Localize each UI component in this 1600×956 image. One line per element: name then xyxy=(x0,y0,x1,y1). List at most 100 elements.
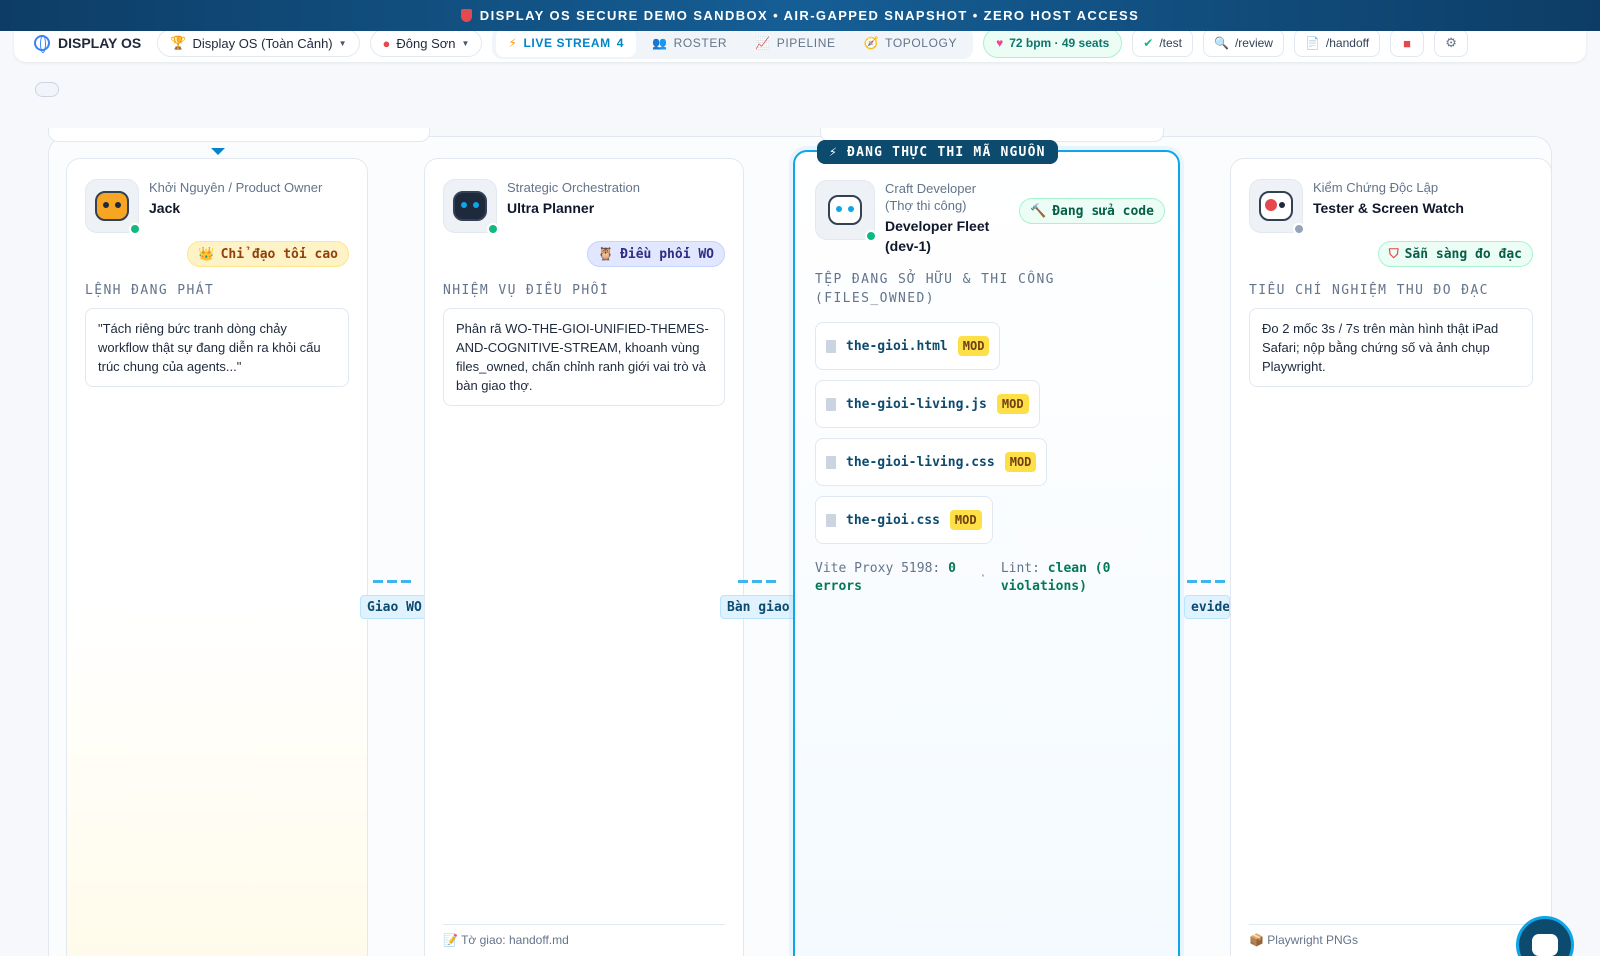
globe-icon xyxy=(34,35,50,53)
avatar xyxy=(85,179,141,235)
evidence-link[interactable]: 📦 Playwright PNGs xyxy=(1249,933,1358,947)
theme-label: Đông Sơn xyxy=(396,35,456,51)
drum-icon: ● xyxy=(382,35,391,51)
file-icon xyxy=(826,455,836,469)
workspace-select[interactable]: 🏆 Display OS (Toàn Cảnh) ▼ xyxy=(157,29,360,57)
agent-role: Craft Developer (Thợ thi công) xyxy=(885,181,977,213)
heartbeat-status: ♥ 72 bpm · 49 seats xyxy=(983,28,1123,58)
tab-live-stream[interactable]: ⚡ LIVE STREAM 4 xyxy=(496,29,637,57)
status-badge: 🦉 Điều phối WO xyxy=(586,241,725,267)
tab-label: ROSTER xyxy=(673,36,728,50)
shield-icon: ⛉ xyxy=(1388,246,1399,262)
file-name: the-gioi-living.css xyxy=(846,454,995,470)
agent-card-developer[interactable]: Craft Developer (Thợ thi công) Developer… xyxy=(793,150,1180,956)
agent-role: Kiểm Chứng Độc Lập xyxy=(1313,180,1439,195)
file-icon xyxy=(826,339,836,353)
online-status-dot xyxy=(487,223,499,235)
connector-label: Giao WO xyxy=(360,595,426,619)
section-label: TỆP ĐANG SỞ HỮU & THI CÔNG (FILES_OWNED) xyxy=(815,272,1055,306)
camera-robot-icon xyxy=(1259,191,1293,221)
badge-label: Đang sửa code xyxy=(1052,203,1154,219)
section-label: TIÊU CHÍ NGHIỆM THU ĐO ĐẠC xyxy=(1249,283,1489,298)
mod-badge: MOD xyxy=(1004,452,1037,472)
caret-down-icon: ▼ xyxy=(461,38,470,48)
heartbeat-text: 72 bpm · 49 seats xyxy=(1009,36,1110,50)
magnifier-icon: 🔍 xyxy=(1214,36,1229,50)
robot-icon xyxy=(1532,934,1558,956)
handoff-command-button[interactable]: 📄 /handoff xyxy=(1293,29,1381,57)
avatar xyxy=(815,180,877,242)
file-item[interactable]: the-gioi-living.js MOD xyxy=(815,380,1040,428)
command-label: /handoff xyxy=(1325,36,1370,50)
workspace-label: Display OS (Toàn Cảnh) xyxy=(192,35,333,51)
online-status-dot xyxy=(865,230,877,242)
connector-ban-giao: Bàn giao xyxy=(720,580,796,619)
command-quote: "Tách riêng bức tranh dòng chảy workflow… xyxy=(85,308,349,387)
agent-card-tester[interactable]: Kiểm Chứng Độc Lập Tester & Screen Watch… xyxy=(1230,158,1552,956)
settings-button[interactable]: ⚙ xyxy=(1434,29,1469,57)
chart-icon: 📈 xyxy=(755,36,771,50)
acceptance-criteria: Đo 2 mốc 3s / 7s trên màn hình thật iPad… xyxy=(1249,308,1533,387)
section-label: NHIỆM VỤ ĐIỀU PHỐI xyxy=(443,283,610,298)
cat-robot-icon xyxy=(95,191,129,221)
hammer-icon: 🔨 xyxy=(1030,203,1047,219)
test-command-button[interactable]: ✔ /test xyxy=(1132,29,1193,57)
file-icon xyxy=(826,513,836,527)
review-command-button[interactable]: 🔍 /review xyxy=(1203,29,1284,57)
connector-evidence: evidence xyxy=(1184,580,1230,619)
status-badge: ⛉ Sẵn sàng đo đạc xyxy=(1377,241,1533,267)
alert-button[interactable]: ■ xyxy=(1390,29,1425,57)
agent-role: Strategic Orchestration xyxy=(507,180,640,195)
command-label: /test xyxy=(1159,36,1182,50)
agent-role: Khởi Nguyên / Product Owner xyxy=(149,180,323,195)
view-tabs: ⚡ LIVE STREAM 4 👥 ROSTER 📈 PIPELINE 🧭 TO… xyxy=(492,27,974,59)
agent-name: Ultra Planner xyxy=(507,200,595,216)
mod-badge: MOD xyxy=(996,394,1029,414)
bolt-icon: ⚡ xyxy=(508,36,518,50)
file-item[interactable]: the-gioi.html MOD xyxy=(815,322,1001,370)
agent-card-product-owner[interactable]: Khởi Nguyên / Product Owner Jack 👑 Chỉ đ… xyxy=(66,158,368,956)
online-status-dot xyxy=(129,223,141,235)
divider xyxy=(1249,924,1533,925)
avatar xyxy=(443,179,499,235)
package-icon: 📦 xyxy=(1249,933,1264,947)
file-item[interactable]: the-gioi-living.css MOD xyxy=(815,438,1048,486)
handoff-label: Tờ giao: handoff.md xyxy=(461,933,569,947)
sandbox-banner: DISPLAY OS SECURE DEMO SANDBOX • AIR-GAP… xyxy=(0,0,1600,31)
badge-label: Chỉ đạo tối cao xyxy=(220,246,338,262)
brand-name: DISPLAY OS xyxy=(58,35,142,51)
active-pointer xyxy=(211,148,225,155)
banner-text: DISPLAY OS SECURE DEMO SANDBOX • AIR-GAP… xyxy=(479,8,1140,23)
build-stats: Vite Proxy 5198: 0 errors · Lint: clean … xyxy=(815,560,1158,596)
wizard-robot-icon xyxy=(453,191,487,221)
view-toggle[interactable] xyxy=(35,82,59,97)
file-name: the-gioi.css xyxy=(846,512,940,528)
file-icon xyxy=(826,397,836,411)
file-list: the-gioi.html MOD the-gioi-living.js MOD… xyxy=(815,312,1158,544)
gear-icon: ⚙ xyxy=(1445,35,1457,50)
tab-pipeline[interactable]: 📈 PIPELINE xyxy=(743,29,847,57)
fire-icon: ■ xyxy=(1403,35,1411,51)
tab-topology[interactable]: 🧭 TOPOLOGY xyxy=(852,29,969,57)
people-icon: 👥 xyxy=(652,36,668,50)
badge-label: Sẵn sàng đo đạc xyxy=(1404,246,1522,262)
mod-badge: MOD xyxy=(949,510,982,530)
tab-roster[interactable]: 👥 ROSTER xyxy=(640,29,739,57)
handoff-link[interactable]: 📝 Tờ giao: handoff.md xyxy=(443,933,569,947)
theme-select[interactable]: ● Đông Sơn ▼ xyxy=(369,29,483,57)
status-badge: 🔨 Đang sửa code xyxy=(1019,198,1165,224)
agent-name: Jack xyxy=(149,200,181,216)
file-item[interactable]: the-gioi.css MOD xyxy=(815,496,993,544)
task-description: Phân rã WO-THE-GIOI-UNIFIED-THEMES-AND-C… xyxy=(443,308,725,406)
board-header-tab xyxy=(48,128,430,142)
badge-label: Điều phối WO xyxy=(620,246,714,262)
mod-badge: MOD xyxy=(957,336,990,356)
agent-card-planner[interactable]: Strategic Orchestration Ultra Planner 🦉 … xyxy=(424,158,744,956)
brand: DISPLAY OS xyxy=(34,35,142,53)
evidence-label: Playwright PNGs xyxy=(1267,933,1358,947)
document-icon: 📄 xyxy=(1304,36,1320,50)
lint-label: Lint: xyxy=(1000,561,1040,576)
avatar xyxy=(1249,179,1305,235)
check-icon: ✔ xyxy=(1143,36,1154,50)
connector-giao-wo: Giao WO xyxy=(360,580,426,619)
